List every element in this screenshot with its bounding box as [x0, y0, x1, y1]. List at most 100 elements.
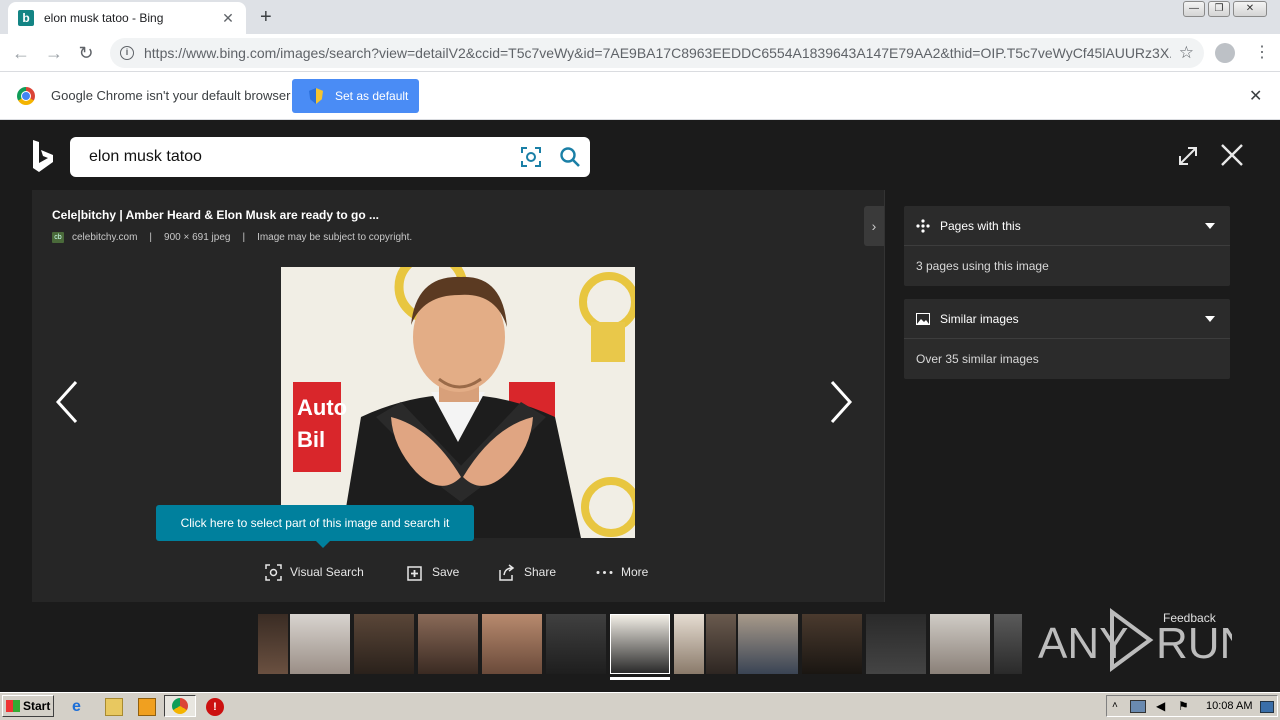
profile-avatar-icon[interactable] [1215, 43, 1235, 63]
show-desktop-icon[interactable] [1260, 701, 1274, 713]
taskbar-chrome-button[interactable] [164, 695, 196, 717]
folder-icon[interactable] [105, 698, 123, 716]
thumbnail[interactable] [866, 614, 926, 674]
thumbnail[interactable] [738, 614, 798, 674]
thumbnail[interactable] [674, 614, 704, 674]
volume-icon[interactable]: ◀ [1156, 699, 1165, 713]
main-image-illustration: Auto Bil ild [281, 267, 635, 538]
similar-images-summary[interactable]: Over 35 similar images [904, 339, 1230, 379]
pages-with-this-summary[interactable]: 3 pages using this image [904, 246, 1230, 286]
similar-images-header[interactable]: Similar images [904, 299, 1230, 339]
chevron-down-icon[interactable] [1205, 315, 1215, 322]
expand-icon[interactable] [1176, 144, 1200, 168]
restore-window-icon[interactable]: ❐ [1208, 1, 1230, 17]
more-button[interactable]: More [596, 562, 648, 582]
set-as-default-button[interactable]: Set as default [292, 79, 419, 113]
network-icon[interactable] [1130, 700, 1146, 713]
share-button[interactable]: Share [499, 562, 556, 582]
more-dots-icon [596, 570, 613, 574]
set-as-default-label: Set as default [335, 89, 409, 103]
thumbnail[interactable] [546, 614, 606, 674]
forward-arrow-icon[interactable]: → [43, 42, 65, 64]
meta-separator: | [149, 232, 153, 243]
browser-toolbar: ← → ↻ i https://www.bing.com/images/sear… [0, 34, 1280, 72]
thumbnail[interactable] [258, 614, 288, 674]
save-plus-icon [407, 565, 422, 581]
search-input[interactable]: elon musk tatoo [89, 148, 590, 166]
more-label: More [621, 565, 649, 579]
source-domain[interactable]: celebitchy.com [72, 232, 137, 243]
previous-image-arrow-icon[interactable] [52, 380, 82, 424]
svg-text:RUN: RUN [1156, 619, 1232, 668]
share-icon [499, 563, 515, 581]
share-label: Share [524, 565, 557, 579]
chevron-down-icon[interactable] [1205, 222, 1215, 229]
media-player-icon[interactable] [138, 698, 156, 716]
pages-with-this-header[interactable]: Pages with this [904, 206, 1230, 246]
meta-separator: | [242, 232, 246, 243]
chrome-logo-icon [17, 87, 35, 105]
thumbnail[interactable] [930, 614, 990, 674]
thumbnail[interactable] [802, 614, 862, 674]
windows-flag-icon [6, 700, 20, 712]
thumbnail[interactable] [418, 614, 478, 674]
thumbnail[interactable] [706, 614, 736, 674]
url-text[interactable]: https://www.bing.com/images/search?view=… [144, 45, 1171, 61]
main-image[interactable]: Auto Bil ild [281, 267, 635, 538]
thumbnail[interactable] [482, 614, 542, 674]
search-icon[interactable] [559, 146, 581, 168]
svg-text:ANY: ANY [1038, 619, 1128, 668]
visual-search-label: Visual Search [290, 565, 364, 579]
close-viewer-icon[interactable] [1219, 142, 1245, 168]
image-title[interactable]: Cele|bitchy | Amber Heard & Elon Musk ar… [52, 208, 379, 222]
browser-tab[interactable]: b elon musk tatoo - Bing ✕ [8, 2, 246, 34]
start-button[interactable]: Start [2, 695, 54, 717]
stop-icon[interactable]: ! [206, 698, 224, 716]
visual-search-button[interactable]: Visual Search [265, 562, 364, 582]
infobar-close-icon[interactable]: ✕ [1249, 86, 1262, 106]
internet-explorer-icon[interactable]: e [72, 698, 90, 716]
similar-images-card[interactable]: Similar images Over 35 similar images [904, 299, 1230, 379]
thumbnail[interactable] [354, 614, 414, 674]
next-image-arrow-icon[interactable] [826, 380, 856, 424]
save-button[interactable]: Save [407, 562, 459, 582]
image-icon [916, 312, 930, 325]
minimize-window-icon[interactable]: — [1183, 1, 1205, 17]
thumbnail-selected[interactable] [610, 614, 670, 674]
visual-search-icon [265, 563, 282, 581]
visual-search-camera-icon[interactable] [520, 146, 542, 168]
address-bar[interactable]: i https://www.bing.com/images/search?vie… [110, 38, 1204, 68]
save-label: Save [432, 565, 460, 579]
anyrun-watermark-logo: ANY RUN [1038, 608, 1232, 672]
new-tab-button[interactable]: + [260, 6, 272, 28]
svg-text:Bil: Bil [297, 427, 325, 452]
reload-icon[interactable]: ↻ [75, 42, 97, 64]
action-center-flag-icon[interactable]: ⚑ [1178, 699, 1189, 713]
thumbnail[interactable] [290, 614, 350, 674]
site-info-icon[interactable]: i [120, 46, 134, 60]
uac-shield-icon [309, 88, 323, 104]
copyright-note: Image may be subject to copyright. [257, 232, 413, 243]
taskbar-clock[interactable]: 10:08 AM [1206, 700, 1252, 712]
visual-search-tooltip[interactable]: Click here to select part of this image … [156, 505, 474, 548]
panel-toggle-chevron-icon[interactable]: › [864, 206, 884, 246]
chrome-menu-icon[interactable]: ⋮ [1254, 42, 1270, 62]
bing-logo-icon[interactable] [31, 139, 55, 173]
infobar-message: Google Chrome isn't your default browser [51, 88, 291, 103]
bing-favicon-icon: b [18, 10, 34, 26]
thumbnail[interactable] [994, 614, 1022, 674]
tab-title: elon musk tatoo - Bing [44, 11, 164, 25]
close-window-icon[interactable]: ✕ [1233, 1, 1267, 17]
tab-close-icon[interactable]: ✕ [220, 10, 236, 27]
bookmark-star-icon[interactable]: ☆ [1179, 43, 1194, 63]
image-dimensions: 900 × 691 jpeg [164, 232, 231, 243]
similar-images-title: Similar images [940, 311, 1019, 326]
pages-with-this-card[interactable]: Pages with this 3 pages using this image [904, 206, 1230, 286]
pages-dots-icon [916, 218, 930, 233]
tray-expand-icon[interactable]: ˄ [1112, 700, 1118, 711]
source-favicon-icon: cb [52, 232, 64, 243]
search-box[interactable]: elon musk tatoo [70, 137, 590, 177]
back-arrow-icon[interactable]: ← [10, 42, 32, 64]
pages-with-this-title: Pages with this [940, 218, 1021, 233]
svg-text:Auto: Auto [297, 395, 347, 420]
